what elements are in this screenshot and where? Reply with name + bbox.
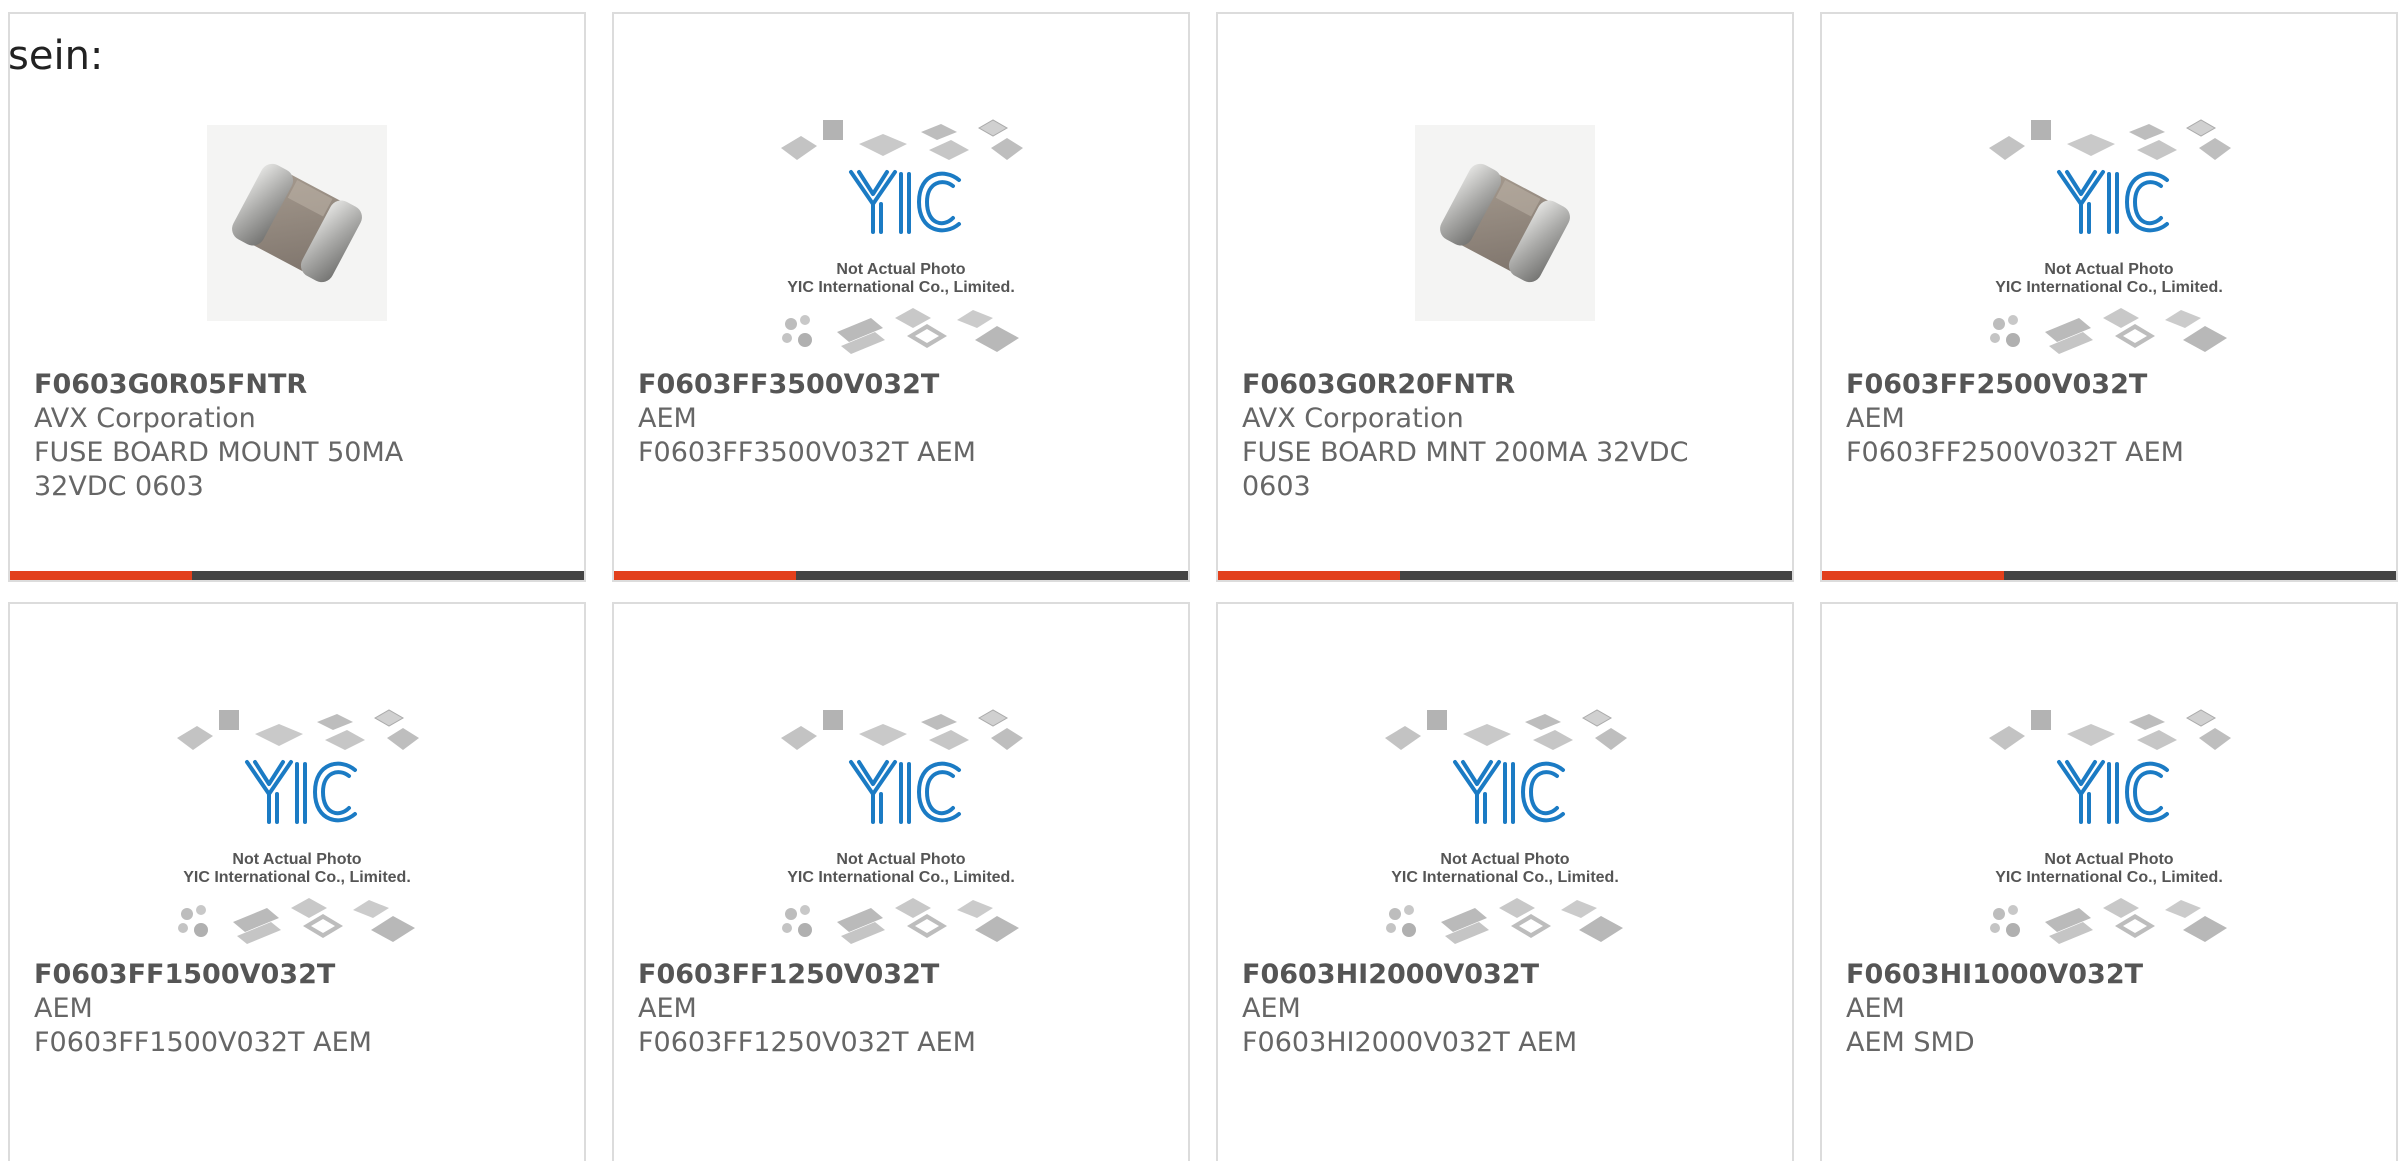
placeholder-parts-icon: Not Actual Photo YIC International Co., … <box>1385 709 1627 944</box>
manufacturer-name: AEM <box>1846 993 1905 1024</box>
product-card[interactable]: Not Actual Photo YIC International Co., … <box>612 602 1190 1161</box>
chip-fuse-icon <box>1415 125 1595 321</box>
product-card[interactable]: F0603G0R20FNTR AVX Corporation FUSE BOAR… <box>1216 12 1794 582</box>
part-number[interactable]: F0603FF1250V032T <box>638 958 1164 992</box>
svg-text:Not Actual Photo: Not Actual Photo <box>232 851 361 868</box>
product-image[interactable]: Not Actual Photo YIC International Co., … <box>10 698 584 960</box>
product-image[interactable]: Not Actual Photo YIC International Co., … <box>1822 698 2396 960</box>
svg-text:YIC International Co., Limited: YIC International Co., Limited. <box>183 869 411 886</box>
product-description: FUSE BOARD MOUNT 50MA <box>34 437 404 468</box>
product-info: F0603G0R05FNTR AVX Corporation FUSE BOAR… <box>34 368 560 504</box>
product-image[interactable] <box>1218 92 1792 354</box>
product-image[interactable]: Not Actual Photo YIC International Co., … <box>1822 108 2396 370</box>
card-progress-bar <box>10 571 584 580</box>
placeholder-parts-icon: Not Actual Photo YIC International Co., … <box>177 709 419 944</box>
svg-text:Not Actual Photo: Not Actual Photo <box>2044 851 2173 868</box>
manufacturer-name: AVX Corporation <box>1242 403 1464 434</box>
card-progress-bar <box>614 571 1188 580</box>
card-progress-accent <box>614 571 796 580</box>
svg-text:YIC International Co., Limited: YIC International Co., Limited. <box>787 279 1015 296</box>
product-description-cont: 0603 <box>1242 471 1311 502</box>
product-info: F0603FF3500V032T AEM F0603FF3500V032T AE… <box>638 368 1164 470</box>
product-info: F0603FF1250V032T AEM F0603FF1250V032T AE… <box>638 958 1164 1060</box>
manufacturer-name: AEM <box>34 993 93 1024</box>
svg-text:YIC International Co., Limited: YIC International Co., Limited. <box>1995 869 2223 886</box>
product-info: F0603HI2000V032T AEM F0603HI2000V032T AE… <box>1242 958 1768 1060</box>
card-progress-bar <box>1822 571 2396 580</box>
product-image[interactable]: Not Actual Photo YIC International Co., … <box>614 698 1188 960</box>
product-description: F0603HI2000V032T AEM <box>1242 1027 1578 1058</box>
placeholder-parts-icon: Not Actual Photo YIC International Co., … <box>1989 119 2231 354</box>
section-label: sein: <box>8 33 104 79</box>
chip-fuse-icon <box>207 125 387 321</box>
part-number[interactable]: F0603FF3500V032T <box>638 368 1164 402</box>
product-info: F0603FF2500V032T AEM F0603FF2500V032T AE… <box>1846 368 2372 470</box>
svg-text:Not Actual Photo: Not Actual Photo <box>1440 851 1569 868</box>
manufacturer-name: AEM <box>1242 993 1301 1024</box>
card-progress-bar <box>1218 571 1792 580</box>
svg-text:Not Actual Photo: Not Actual Photo <box>836 261 965 278</box>
card-progress-accent <box>1218 571 1400 580</box>
product-card[interactable]: Not Actual Photo YIC International Co., … <box>8 602 586 1161</box>
svg-text:Not Actual Photo: Not Actual Photo <box>836 851 965 868</box>
svg-text:YIC International Co., Limited: YIC International Co., Limited. <box>1995 279 2223 296</box>
product-image[interactable]: Not Actual Photo YIC International Co., … <box>1218 698 1792 960</box>
svg-text:YIC International Co., Limited: YIC International Co., Limited. <box>787 869 1015 886</box>
svg-text:YIC International Co., Limited: YIC International Co., Limited. <box>1391 869 1619 886</box>
product-info: F0603FF1500V032T AEM F0603FF1500V032T AE… <box>34 958 560 1060</box>
product-card[interactable]: Not Actual Photo YIC International Co., … <box>612 12 1190 582</box>
part-number[interactable]: F0603FF1500V032T <box>34 958 560 992</box>
product-card[interactable]: Not Actual Photo YIC International Co., … <box>1820 12 2398 582</box>
manufacturer-name: AVX Corporation <box>34 403 256 434</box>
product-description: F0603FF1250V032T AEM <box>638 1027 976 1058</box>
product-card[interactable]: Not Actual Photo YIC International Co., … <box>1820 602 2398 1161</box>
product-description: F0603FF2500V032T AEM <box>1846 437 2184 468</box>
part-number[interactable]: F0603FF2500V032T <box>1846 368 2372 402</box>
placeholder-parts-icon: Not Actual Photo YIC International Co., … <box>781 709 1023 944</box>
manufacturer-name: AEM <box>1846 403 1905 434</box>
card-progress-accent <box>10 571 192 580</box>
product-description-cont: 32VDC 0603 <box>34 471 204 502</box>
product-grid-page: sein: F0603G0R05FNTR AVX Corporation FUS… <box>0 0 2400 1161</box>
svg-text:Not Actual Photo: Not Actual Photo <box>2044 261 2173 278</box>
card-progress-accent <box>1822 571 2004 580</box>
product-card[interactable]: F0603G0R05FNTR AVX Corporation FUSE BOAR… <box>8 12 586 582</box>
product-description: FUSE BOARD MNT 200MA 32VDC <box>1242 437 1689 468</box>
product-description: F0603FF1500V032T AEM <box>34 1027 372 1058</box>
placeholder-parts-icon: Not Actual Photo YIC International Co., … <box>781 119 1023 354</box>
product-image[interactable]: Not Actual Photo YIC International Co., … <box>614 108 1188 370</box>
product-info: F0603HI1000V032T AEM AEM SMD <box>1846 958 2372 1060</box>
product-image[interactable] <box>10 92 584 354</box>
product-info: F0603G0R20FNTR AVX Corporation FUSE BOAR… <box>1242 368 1768 504</box>
manufacturer-name: AEM <box>638 403 697 434</box>
placeholder-parts-icon: Not Actual Photo YIC International Co., … <box>1989 709 2231 944</box>
product-card[interactable]: Not Actual Photo YIC International Co., … <box>1216 602 1794 1161</box>
part-number[interactable]: F0603HI2000V032T <box>1242 958 1768 992</box>
manufacturer-name: AEM <box>638 993 697 1024</box>
part-number[interactable]: F0603G0R20FNTR <box>1242 368 1768 402</box>
product-description: AEM SMD <box>1846 1027 1975 1058</box>
part-number[interactable]: F0603G0R05FNTR <box>34 368 560 402</box>
product-description: F0603FF3500V032T AEM <box>638 437 976 468</box>
part-number[interactable]: F0603HI1000V032T <box>1846 958 2372 992</box>
